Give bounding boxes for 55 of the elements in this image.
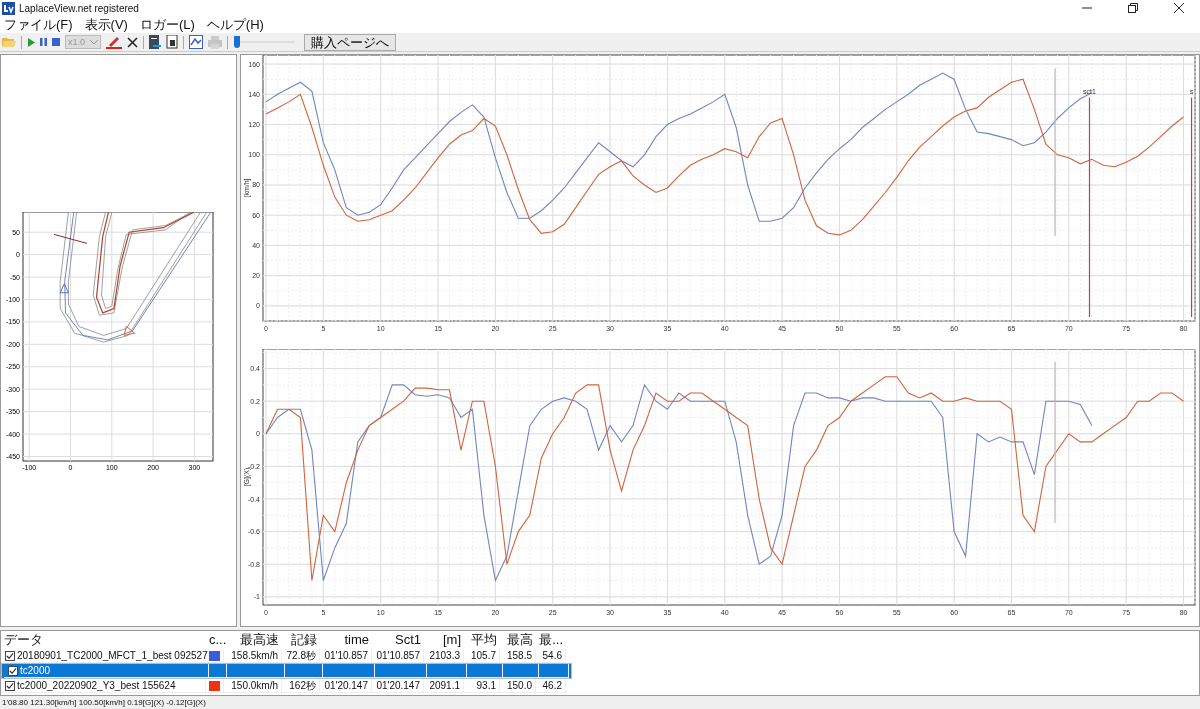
play-icon[interactable] bbox=[27, 37, 35, 47]
chart-icon[interactable] bbox=[189, 35, 203, 49]
document-icon[interactable] bbox=[149, 35, 161, 49]
window-title: LaplaceView.net registered bbox=[19, 2, 139, 14]
table-cell: 2103.3 bbox=[429, 649, 460, 662]
column-header[interactable]: 最高速 bbox=[224, 631, 282, 649]
triangle-marker bbox=[123, 325, 135, 336]
pause-icon[interactable] bbox=[40, 38, 47, 46]
table-cell: 158.5km/h bbox=[231, 649, 278, 662]
column-header[interactable]: 最... bbox=[536, 631, 566, 649]
slider-thumb[interactable] bbox=[234, 36, 241, 48]
table-cell: 72.8秒 bbox=[286, 649, 316, 662]
table-row[interactable]: tc2000_20220902_Y3_best 155624 150.0km/h 162秒 01'20.147 01'20.147 2091.1 93.1 150.0 46.2 bbox=[1, 679, 566, 693]
table-cell: 150.0 bbox=[506, 679, 532, 692]
table-cell: 162秒 bbox=[289, 679, 316, 692]
table-cell: 01'20.147 bbox=[324, 679, 368, 692]
table-row[interactable]: tc2000 bbox=[1, 663, 572, 679]
restore-icon[interactable] bbox=[1128, 3, 1138, 13]
column-header[interactable]: データ bbox=[1, 631, 206, 649]
close-icon[interactable] bbox=[1174, 3, 1184, 13]
table-cell: 01'10.857 bbox=[324, 649, 368, 662]
table-cell: tc2000_20220902_Y3_best 155624 bbox=[17, 679, 176, 692]
caret-icon bbox=[90, 39, 98, 45]
menu-item[interactable]: ファイル(F) bbox=[4, 15, 73, 34]
column-header[interactable]: 記録 bbox=[282, 631, 320, 649]
column-header[interactable]: 最高 bbox=[500, 631, 536, 649]
column-header[interactable]: 平均 bbox=[464, 631, 500, 649]
table-cell: 01'20.147 bbox=[376, 679, 420, 692]
table-cell: 150.0km/h bbox=[231, 679, 278, 692]
checkbox[interactable] bbox=[5, 680, 15, 691]
menu-item[interactable]: ヘルプ(H) bbox=[206, 15, 264, 34]
checkbox[interactable] bbox=[8, 665, 18, 676]
table-cell: 105.7 bbox=[470, 649, 496, 662]
menu-item[interactable]: 表示(V) bbox=[84, 15, 128, 34]
table-cell: 54.6 bbox=[542, 649, 562, 662]
position-slider[interactable] bbox=[233, 35, 295, 49]
buy-page-button[interactable]: 購入ページへ bbox=[304, 33, 396, 51]
column-header[interactable]: c... bbox=[206, 631, 224, 649]
column-header[interactable]: Sct1 bbox=[372, 631, 424, 649]
table-cell: tc2000 bbox=[20, 664, 51, 677]
pen-icon[interactable] bbox=[106, 35, 122, 49]
table-cell: 01'10.857 bbox=[376, 649, 420, 662]
table-cell: 158.5 bbox=[506, 649, 532, 662]
table-cell: 20180901_TC2000_MFCT_1_best 092527 bbox=[17, 649, 208, 662]
document-icon[interactable] bbox=[166, 35, 178, 49]
triangle-marker bbox=[59, 282, 69, 293]
status-text: 1'08.80 121.30[km/h] 100.50[km/h] 0.19[G](X) -0.12[G](X) bbox=[2, 698, 206, 707]
column-header[interactable]: time bbox=[320, 631, 372, 649]
close-icon[interactable] bbox=[127, 36, 138, 48]
checkbox[interactable] bbox=[5, 650, 15, 661]
table-cell: 93.1 bbox=[476, 679, 496, 692]
table-cell: 2091.1 bbox=[429, 679, 460, 692]
menu-item[interactable]: ロガー(L) bbox=[139, 15, 195, 34]
column-header[interactable]: [m] bbox=[424, 631, 464, 649]
table-cell: 46.2 bbox=[542, 679, 562, 692]
